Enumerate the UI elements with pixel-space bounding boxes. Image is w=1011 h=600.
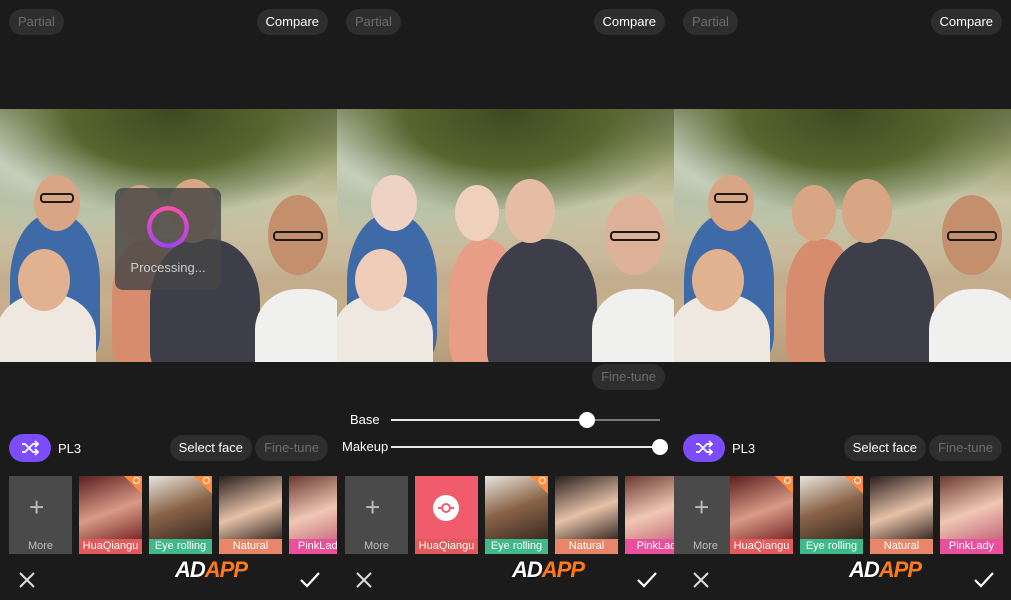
thumb-label: Eye rolling [149, 539, 212, 554]
slider-track[interactable] [391, 439, 668, 455]
style-thumb-huaqiangu[interactable]: HuaQiangu [79, 476, 142, 554]
partial-button[interactable]: Partial [683, 9, 738, 35]
style-thumb-eye-rolling[interactable]: Eye rolling [800, 476, 863, 554]
thumb-label: PinkLad [625, 539, 674, 554]
shuffle-button[interactable] [9, 434, 51, 462]
style-thumb-pinklady[interactable]: PinkLad [625, 476, 674, 554]
slider-fill [391, 419, 588, 421]
compare-button[interactable]: Compare [256, 9, 328, 35]
thumb-label: Eye rolling [800, 539, 863, 554]
select-face-button[interactable]: Select face [843, 435, 926, 461]
close-icon[interactable] [355, 571, 373, 589]
thumb-label: More [27, 540, 54, 552]
close-icon[interactable] [692, 571, 710, 589]
compare-button[interactable]: Compare [930, 9, 1002, 35]
thumb-label: Natural [870, 539, 933, 554]
slider-label: Makeup [342, 439, 389, 454]
editor-panel-processing: Partial Compare Processing... PL3 Select… [0, 0, 337, 600]
bottom-bar [674, 560, 1011, 600]
partial-button[interactable]: Partial [9, 9, 64, 35]
thumb-label: PinkLady [940, 539, 1003, 554]
check-icon[interactable] [637, 571, 657, 589]
group-photo [674, 109, 1011, 362]
makeup-style-strip: + More HuaQiangu Eye rolling Natural Pin… [337, 476, 674, 554]
close-icon[interactable] [18, 571, 36, 589]
thumb-label: HuaQiangu [730, 539, 793, 554]
thumb-label: HuaQiangu [415, 539, 478, 554]
clock-badge-icon [133, 477, 140, 484]
editor-panel-fine-tune: Partial Compare Fine-tune Base Makeup + … [337, 0, 674, 600]
style-thumb-pinklady[interactable]: PinkLady [289, 476, 337, 554]
check-icon[interactable] [974, 571, 994, 589]
editor-panel-result: Partial Compare PL3 Select face Fine-tun… [674, 0, 1011, 600]
shuffle-icon [22, 440, 39, 456]
watermark-logo: ADAPP [849, 557, 922, 582]
group-photo [337, 109, 674, 362]
adjust-slider-icon [433, 495, 459, 521]
thumb-label: HuaQiangu [79, 539, 142, 554]
slider-track[interactable] [391, 412, 660, 428]
loading-spinner-icon [147, 206, 189, 248]
style-row: PL3 Select face Fine-tune [0, 433, 337, 463]
slider-label: Base [350, 412, 380, 427]
style-thumb-natural[interactable]: Natural [555, 476, 618, 554]
more-styles-button[interactable]: + More [674, 476, 737, 554]
plus-icon: + [29, 492, 45, 522]
clock-badge-icon [854, 477, 861, 484]
compare-button[interactable]: Compare [593, 9, 665, 35]
bottom-bar [0, 560, 337, 600]
thumb-label: PinkLady [289, 539, 337, 554]
fine-tune-button[interactable]: Fine-tune [592, 364, 665, 390]
thumb-label: Natural [555, 539, 618, 554]
style-name: PL3 [732, 441, 756, 456]
style-thumb-natural[interactable]: Natural [870, 476, 933, 554]
thumb-label: Natural [219, 539, 282, 554]
style-name: PL3 [58, 441, 82, 456]
fine-tune-button[interactable]: Fine-tune [929, 435, 1002, 461]
style-row: PL3 Select face Fine-tune [674, 433, 1011, 463]
select-face-button[interactable]: Select face [169, 435, 252, 461]
style-thumb-huaqiangu-selected[interactable]: HuaQiangu [415, 476, 478, 554]
makeup-style-strip: + More HuaQiangu Eye rolling Natural Pin… [674, 476, 1011, 554]
style-thumb-eye-rolling[interactable]: Eye rolling [485, 476, 548, 554]
style-thumb-huaqiangu[interactable]: HuaQiangu [730, 476, 793, 554]
makeup-style-strip: + More HuaQiangu Eye rolling Natural Pin… [0, 476, 337, 554]
bottom-bar [337, 560, 674, 600]
plus-icon: + [694, 492, 710, 522]
shuffle-button[interactable] [683, 434, 725, 462]
slider-fill [391, 446, 660, 448]
processing-text: Processing... [130, 260, 206, 275]
style-thumb-pinklady[interactable]: PinkLady [940, 476, 1003, 554]
fine-tune-button[interactable]: Fine-tune [255, 435, 328, 461]
watermark-logo: ADAPP [175, 557, 248, 582]
check-icon[interactable] [300, 571, 320, 589]
slider-thumb[interactable] [579, 412, 596, 428]
clock-badge-icon [539, 477, 546, 484]
more-styles-button[interactable]: + More [9, 476, 72, 554]
shuffle-icon [696, 440, 713, 456]
watermark-logo: ADAPP [512, 557, 585, 582]
makeup-slider[interactable]: Makeup [337, 437, 674, 457]
base-slider[interactable]: Base [337, 410, 674, 430]
thumb-label: More [692, 540, 719, 552]
style-thumb-eye-rolling[interactable]: Eye rolling [149, 476, 212, 554]
style-thumb-natural[interactable]: Natural [219, 476, 282, 554]
partial-button[interactable]: Partial [346, 9, 401, 35]
slider-thumb[interactable] [652, 439, 668, 455]
thumb-label: More [363, 540, 390, 552]
processing-overlay: Processing... [115, 188, 221, 290]
more-styles-button[interactable]: + More [345, 476, 408, 554]
clock-badge-icon [784, 477, 791, 484]
thumb-label: Eye rolling [485, 539, 548, 554]
plus-icon: + [365, 492, 381, 522]
clock-badge-icon [203, 477, 210, 484]
